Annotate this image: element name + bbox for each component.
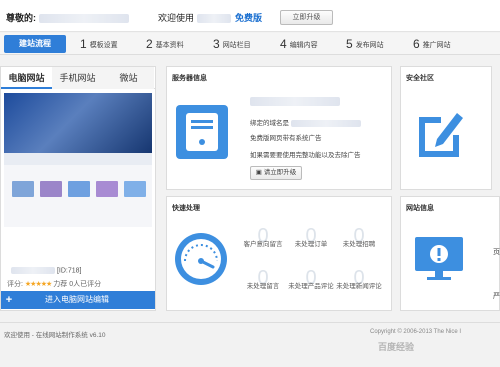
copyright-text: Copyright © 2006-2013 The Nice I (370, 329, 462, 335)
gauge-icon (173, 231, 229, 287)
tab-micro-site[interactable]: 微站 (103, 67, 154, 89)
quick-item-inquiry-messages[interactable]: 0 客户意向留言 (238, 226, 288, 249)
upgrade-button[interactable]: 立即升级 (280, 10, 333, 25)
remove-ad-text: 如果需要要使用完整功能以及去除广告 (250, 152, 361, 159)
step-site-columns[interactable]: 3 网站栏目 (213, 36, 251, 52)
top-bar: 尊敬的: 欢迎使用 免费版 立即升级 (0, 0, 500, 32)
site-preview-thumbnail[interactable] (4, 93, 152, 227)
site-info-panel: 网站信息 页 严 (400, 196, 500, 311)
quick-processing-title: 快速处理 (172, 205, 200, 212)
preview-tile (124, 181, 146, 197)
quick-item-pending-news-comments[interactable]: 0 未处理新闻评论 (334, 268, 384, 291)
renew-upgrade-button[interactable]: ▣ 请立即升级 (250, 166, 302, 180)
username-blurred (38, 14, 129, 24)
product-name-blurred (196, 14, 231, 24)
site-id: [ID:718] (11, 267, 81, 274)
step-publish-site[interactable]: 5 发布网站 (346, 36, 384, 52)
preview-tile (12, 181, 34, 197)
step-promote-site[interactable]: 6 推广网站 (413, 36, 451, 52)
tab-mobile-site[interactable]: 手机网站 (52, 67, 103, 89)
site-info-side-text: 页 (493, 249, 500, 256)
rating-stars: ★★★★★ (24, 281, 52, 288)
site-info-title: 网站信息 (406, 205, 434, 212)
greeting: 尊敬的: (6, 11, 129, 24)
preview-tile (40, 181, 62, 197)
plus-icon: + (5, 294, 13, 306)
ad-notice-text: 免费版网页带有系统广告 (250, 135, 322, 142)
steps-bar: 建站流程 1 模板设置 2 基本资料 3 网站栏目 4 编辑内容 5 发布网站 6 推广网站 (0, 33, 500, 55)
site-card: 电脑网站 手机网站 微站 [ID:718] 评分: ★★★★★ 力荐 0人已评分… (0, 66, 156, 311)
safety-community-panel[interactable]: 安全社区 (400, 66, 492, 190)
site-rating: 评分: ★★★★★ 力荐 0人已评分 (7, 281, 102, 288)
footer-text: 欢迎使用 - 在线网站制作系统 v6.10 (4, 332, 106, 339)
tab-pc-site[interactable]: 电脑网站 (1, 67, 52, 89)
step-template-settings[interactable]: 1 模板设置 (80, 36, 118, 52)
edit-icon (413, 105, 465, 159)
renew-icon: ▣ (255, 169, 262, 176)
step-build-process[interactable]: 建站流程 (4, 35, 66, 53)
watermark: 百度经验 (378, 342, 415, 352)
step-edit-content[interactable]: 4 编辑内容 (280, 36, 318, 52)
preview-banner (4, 93, 152, 153)
site-info-side-text: 严 (493, 293, 500, 300)
preview-tile (96, 181, 118, 197)
server-address-blurred (250, 97, 340, 106)
edition-label: 免费版 (235, 13, 263, 23)
quick-item-pending-orders[interactable]: 0 未处理订单 (286, 226, 336, 249)
enter-pc-site-edit-button[interactable]: + 进入电脑网站编辑 (1, 291, 155, 309)
quick-processing-panel: 快速处理 (166, 196, 392, 311)
bound-domain-text: 绑定的域名是 (250, 117, 361, 127)
server-info-title: 服务器信息 (172, 75, 207, 82)
alert-monitor-icon (413, 233, 465, 287)
quick-item-pending-product-reviews[interactable]: 0 未处理产品评论 (286, 268, 336, 291)
quick-item-pending-recruitment[interactable]: 0 未处理招聘 (334, 226, 384, 249)
preview-tile (68, 181, 90, 197)
domain-blurred (290, 119, 361, 127)
site-name-blurred (11, 267, 55, 274)
server-icon (176, 105, 228, 159)
quick-item-pending-messages[interactable]: 0 未处理留言 (238, 268, 288, 291)
welcome-text: 欢迎使用 免费版 (158, 13, 263, 24)
site-tabs: 电脑网站 手机网站 微站 (1, 67, 155, 89)
preview-nav (4, 153, 152, 165)
step-basic-info[interactable]: 2 基本资料 (146, 36, 184, 52)
footer: 欢迎使用 - 在线网站制作系统 v6.10 Copyright © 2006-2… (0, 322, 500, 344)
safety-community-title: 安全社区 (406, 75, 434, 82)
